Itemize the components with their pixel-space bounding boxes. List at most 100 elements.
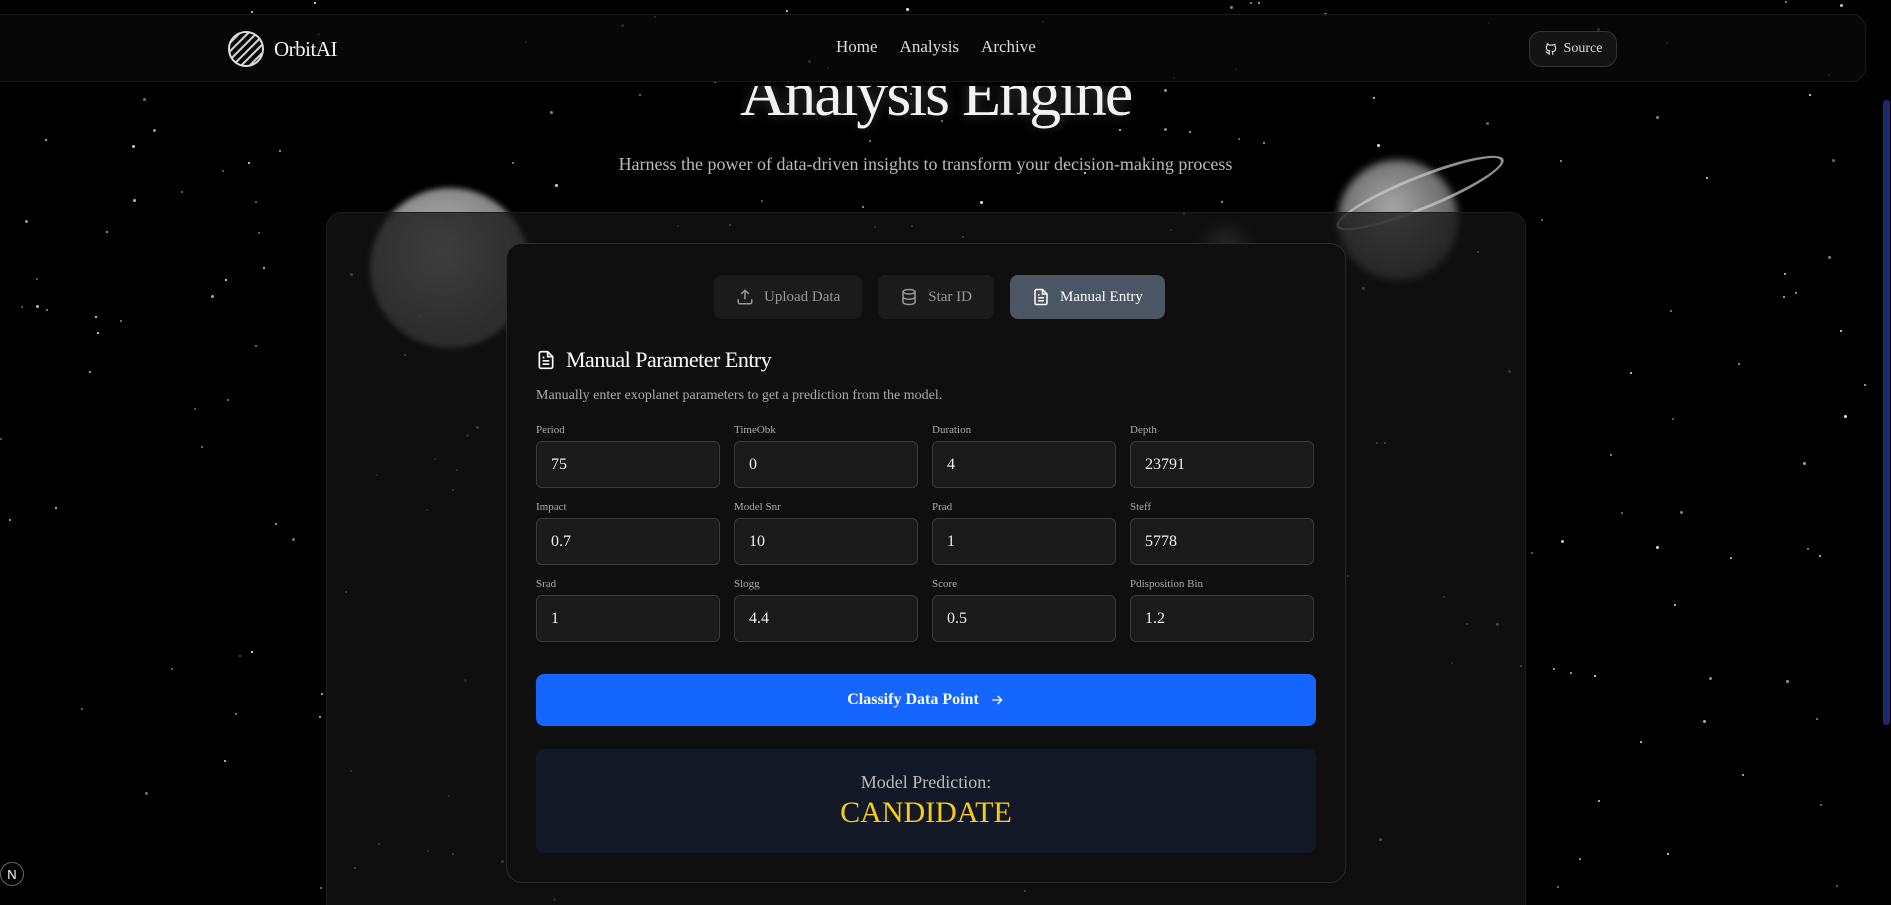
star-dot <box>1864 384 1866 386</box>
star-dot <box>263 267 265 269</box>
steff-input[interactable]: 5778 <box>1130 518 1314 565</box>
field-label: Depth <box>1130 424 1157 436</box>
star-dot <box>1783 296 1785 298</box>
field-duration: Duration 4 <box>932 424 1116 488</box>
star-dot <box>255 345 257 347</box>
star-dot <box>1164 89 1167 92</box>
impact-input[interactable]: 0.7 <box>536 518 720 565</box>
star-dot <box>1667 853 1669 855</box>
scrollbar[interactable] <box>1883 100 1890 725</box>
section-title: Manual Parameter Entry <box>566 347 772 372</box>
prediction-result: Model Prediction: CANDIDATE <box>536 749 1316 853</box>
top-navbar: OrbitAI Home Analysis Archive Source <box>0 14 1866 82</box>
tab-label: Star ID <box>928 288 972 305</box>
field-label: Steff <box>1130 501 1152 513</box>
star-dot <box>36 305 39 308</box>
nav-link-archive[interactable]: Archive <box>981 37 1036 57</box>
star-dot <box>1820 804 1822 806</box>
star-dot <box>36 278 38 280</box>
star-dot <box>1189 131 1191 133</box>
star-dot <box>862 206 864 208</box>
star-dot <box>225 279 227 281</box>
tab-star-id[interactable]: Star ID <box>878 275 994 319</box>
srad-input[interactable]: 1 <box>536 595 720 642</box>
star-dot <box>1730 557 1732 559</box>
star-dot <box>1703 720 1706 723</box>
field-label: Prad <box>932 501 953 513</box>
star-dot <box>1630 372 1632 374</box>
field-label: Score <box>932 578 958 590</box>
star-dot <box>251 651 253 653</box>
star-dot <box>1828 256 1831 259</box>
star-dot <box>224 760 226 762</box>
star-dot <box>1674 604 1676 606</box>
star-dot <box>81 708 83 710</box>
star-dot <box>319 716 321 718</box>
star-dot <box>906 8 909 11</box>
star-dot <box>786 10 788 12</box>
field-label: Impact <box>536 501 567 513</box>
prad-input[interactable]: 1 <box>932 518 1116 565</box>
star-dot <box>0 438 2 440</box>
duration-input[interactable]: 4 <box>932 441 1116 488</box>
brand-logo[interactable]: OrbitAI <box>228 31 338 67</box>
star-dot <box>1621 512 1623 514</box>
star-dot <box>9 519 11 521</box>
star-dot <box>555 184 558 187</box>
period-input[interactable]: 75 <box>536 441 720 488</box>
star-dot <box>1807 548 1809 550</box>
star-dot <box>1238 138 1240 140</box>
star-dot <box>235 713 237 715</box>
timeobk-input[interactable]: 0 <box>734 441 918 488</box>
source-button[interactable]: Source <box>1529 31 1617 67</box>
field-score: Score 0.5 <box>932 578 1116 642</box>
slogg-input[interactable]: 4.4 <box>734 595 918 642</box>
field-depth: Depth 23791 <box>1130 424 1314 488</box>
database-icon <box>902 288 916 306</box>
star-dot <box>314 2 316 4</box>
star-dot <box>1738 363 1740 365</box>
score-input[interactable]: 0.5 <box>932 595 1116 642</box>
star-dot <box>1784 273 1786 275</box>
star-dot <box>194 408 196 410</box>
star-dot <box>251 11 253 13</box>
star-dot <box>95 316 97 318</box>
field-model-snr: Model Snr 10 <box>734 501 918 565</box>
dev-badge[interactable]: N <box>0 862 24 886</box>
star-dot <box>1373 97 1375 99</box>
nav-link-analysis[interactable]: Analysis <box>900 37 960 57</box>
star-dot <box>1594 675 1596 677</box>
field-label: Period <box>536 424 565 436</box>
tab-manual-entry[interactable]: Manual Entry <box>1009 275 1165 319</box>
star-dot <box>45 139 47 141</box>
star-dot <box>1672 418 1674 420</box>
page-subtitle: Harness the power of data-driven insight… <box>618 154 1233 174</box>
field-label: Srad <box>536 578 557 590</box>
pdisposition-bin-input[interactable]: 1.2 <box>1130 595 1314 642</box>
arrow-right-icon <box>992 695 1003 705</box>
star-dot <box>550 111 553 114</box>
star-dot <box>1742 774 1744 776</box>
star-dot <box>1541 219 1543 221</box>
star-dot <box>201 446 203 448</box>
star-dot <box>869 140 871 142</box>
tab-upload-data[interactable]: Upload Data <box>714 275 863 319</box>
star-dot <box>1809 94 1811 96</box>
star-dot <box>153 129 156 132</box>
star-dot <box>1221 201 1223 203</box>
model-snr-input[interactable]: 10 <box>734 518 918 565</box>
depth-input[interactable]: 23791 <box>1130 441 1314 488</box>
star-dot <box>46 309 48 311</box>
orbit-logo-icon <box>228 31 264 67</box>
star-dot <box>1640 741 1642 743</box>
field-label: Pdisposition Bin <box>1130 578 1204 590</box>
section-heading: Manual Parameter Entry <box>536 347 772 373</box>
github-icon <box>1545 43 1556 55</box>
brand-name: OrbitAI <box>274 36 338 61</box>
star-dot <box>255 201 257 203</box>
field-slogg: Slogg 4.4 <box>734 578 918 642</box>
classify-button[interactable]: Classify Data Point <box>536 674 1316 726</box>
nav-link-home[interactable]: Home <box>836 37 878 57</box>
star-dot <box>55 507 57 509</box>
star-dot <box>106 231 108 233</box>
